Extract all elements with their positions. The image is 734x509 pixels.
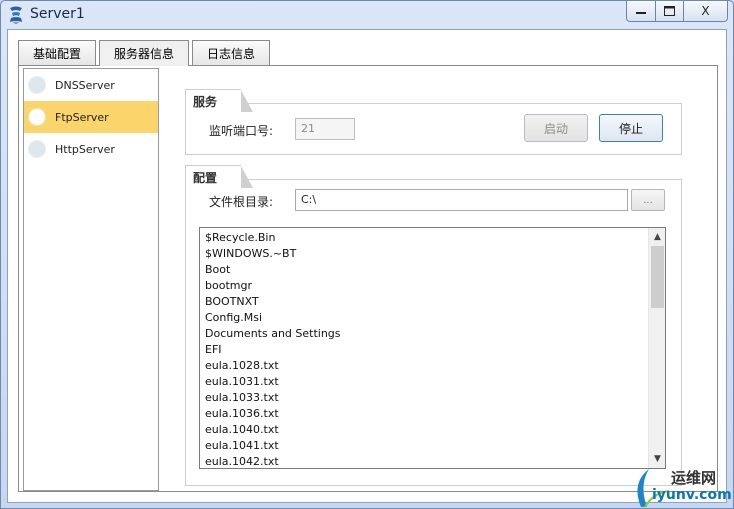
server-app-icon (10, 6, 22, 24)
server-list: DNSServer FtpServer HttpServer (23, 68, 159, 491)
close-button[interactable]: X (684, 1, 728, 22)
client-area: 基础配置 服务器信息 日志信息 DNSServer FtpServer Http… (7, 29, 727, 503)
scrollbar-thumb[interactable] (651, 246, 664, 308)
watermark-text-url: iyunv.com (652, 487, 732, 503)
service-group: 服务 监听端口号: 21 启动 停止 (185, 89, 682, 155)
maximize-button[interactable] (656, 1, 684, 22)
start-button[interactable]: 启动 (524, 114, 588, 142)
file-list[interactable]: $Recycle.Bin $WINDOWS.~BT Boot bootmgr B… (199, 227, 666, 469)
stop-button[interactable]: 停止 (599, 114, 663, 142)
config-group-title: 配置 (193, 171, 218, 185)
list-item[interactable]: eula.1041.txt (200, 438, 665, 454)
list-item[interactable]: eula.1028.txt (200, 358, 665, 374)
server-info-pane: DNSServer FtpServer HttpServer 服务 监听端口号:… (18, 65, 718, 492)
server-window: Server1 X 基础配置 服务器信息 日志信息 DNSServer FtpS… (0, 0, 734, 509)
root-dir-input[interactable]: C:\ (295, 189, 628, 211)
list-item[interactable]: Documents and Settings (200, 326, 665, 342)
server-item-ftp[interactable]: FtpServer (24, 101, 158, 133)
browse-button[interactable]: ... (631, 189, 665, 211)
port-label: 监听端口号: (209, 124, 274, 138)
watermark-logo: 运维网 iyunv.com (631, 463, 734, 509)
minimize-icon (636, 12, 646, 14)
list-item[interactable]: eula.1031.txt (200, 374, 665, 390)
list-item[interactable]: eula.1040.txt (200, 422, 665, 438)
file-list-rows: $Recycle.Bin $WINDOWS.~BT Boot bootmgr B… (200, 228, 665, 468)
title-bar[interactable]: Server1 X (1, 1, 733, 29)
list-item[interactable]: BOOTNXT (200, 294, 665, 310)
server-status-icon (28, 140, 46, 158)
tab-server-info[interactable]: 服务器信息 (99, 40, 190, 66)
minimize-button[interactable] (626, 1, 656, 22)
list-item[interactable]: EFI (200, 342, 665, 358)
list-item[interactable]: eula.1042.txt (200, 454, 665, 468)
list-item[interactable]: Boot (200, 262, 665, 278)
list-item[interactable]: $Recycle.Bin (200, 230, 665, 246)
server-item-label: HttpServer (55, 142, 115, 156)
server-item-http[interactable]: HttpServer (24, 133, 158, 165)
server-item-label: DNSServer (55, 78, 115, 92)
port-input[interactable]: 21 (295, 118, 355, 140)
window-controls: X (626, 1, 728, 22)
window-title: Server1 (30, 6, 85, 22)
server-item-dns[interactable]: DNSServer (24, 69, 158, 101)
watermark-text-cn: 运维网 (671, 469, 717, 487)
vertical-scrollbar[interactable]: ▲ ▼ (648, 228, 665, 468)
list-item[interactable]: $WINDOWS.~BT (200, 246, 665, 262)
list-item[interactable]: bootmgr (200, 278, 665, 294)
tab-bar: 基础配置 服务器信息 日志信息 (18, 40, 273, 66)
tab-basic-config[interactable]: 基础配置 (18, 40, 97, 65)
service-group-title: 服务 (193, 95, 218, 109)
maximize-icon (664, 6, 675, 16)
list-item[interactable]: Config.Msi (200, 310, 665, 326)
root-dir-label: 文件根目录: (209, 195, 274, 209)
scroll-up-icon[interactable]: ▲ (649, 229, 665, 245)
list-item[interactable]: eula.1033.txt (200, 390, 665, 406)
server-item-label: FtpServer (55, 110, 109, 124)
config-group: 配置 文件根目录: C:\ ... $Recycle.Bin $WINDOWS.… (185, 165, 682, 486)
list-item[interactable]: eula.1036.txt (200, 406, 665, 422)
server-status-icon (28, 76, 46, 94)
tab-log-info[interactable]: 日志信息 (192, 40, 271, 65)
server-status-icon (28, 108, 46, 126)
close-icon: X (701, 4, 710, 18)
